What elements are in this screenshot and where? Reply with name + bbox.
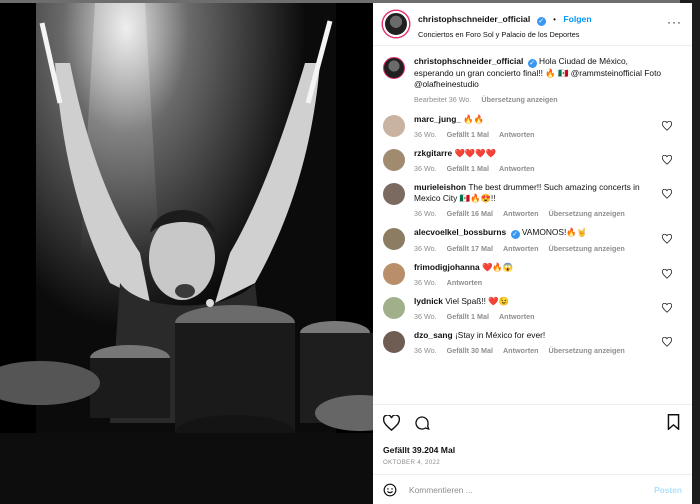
emoji-icon[interactable] [383,483,397,497]
comment-text: Viel Spaß!! ❤️😉 [445,296,510,306]
commenter-avatar[interactable] [383,263,405,285]
caption-username[interactable]: christophschneider_official [414,56,523,66]
comment-heart-icon[interactable] [662,121,672,131]
commenter-username[interactable]: marc_jung_ [414,114,461,124]
caption: christophschneider_official ✓ Hola Ciuda… [383,56,682,104]
comment-time: 36 Wo. [414,244,437,253]
comment-text: ❤️🔥😱 [481,262,514,272]
comment-likes[interactable]: Gefällt 1 Mal [447,130,489,139]
post-date: OKTOBER 4, 2022 [383,459,441,466]
comment-rows: marc_jung_ 🔥🔥 36 Wo. Gefällt 1 Mal Antwo… [383,114,682,355]
author-avatar[interactable] [383,11,409,37]
comment-text: VAMONOS!🔥🤘 [521,227,588,237]
caption-time: 36 Wo. [448,95,472,104]
commenter-username[interactable]: rzkgitarre [414,148,452,158]
comment-time: 36 Wo. [414,209,437,218]
bookmark-icon[interactable] [667,414,680,430]
commenter-avatar[interactable] [383,149,405,171]
commenter-username[interactable]: dzo_sang [414,330,453,340]
commenter-username[interactable]: alecvoelkel_bossburns [414,227,506,237]
more-options-icon[interactable]: ··· [667,15,682,29]
comment-reply-button[interactable]: Antworten [499,130,535,139]
comment-reply-button[interactable]: Antworten [499,164,535,173]
commenter-avatar[interactable] [383,183,405,205]
comment-reply-button[interactable]: Antworten [503,244,539,253]
caption-avatar[interactable] [383,57,405,79]
comment-row: lydnick Viel Spaß!! ❤️😉 36 Wo. Gefällt 1… [383,296,682,321]
comment-likes[interactable]: Gefällt 1 Mal [447,164,489,173]
comment-translate[interactable]: Übersetzung anzeigen [549,244,625,253]
comment-reply-button[interactable]: Antworten [503,209,539,218]
post-header: christophschneider_official ✓ • Folgen C… [373,3,692,46]
post-modal: christophschneider_official ✓ • Folgen C… [0,3,692,504]
post-sidebar: christophschneider_official ✓ • Folgen C… [373,3,692,504]
post-location[interactable]: Conciertos en Foro Sol y Palacio de los … [418,30,592,39]
comment-row: marc_jung_ 🔥🔥 36 Wo. Gefällt 1 Mal Antwo… [383,114,682,139]
caption-edited: Bearbeitet [414,95,447,104]
comments-list[interactable]: christophschneider_official ✓ Hola Ciuda… [373,46,692,404]
comment-row: dzo_sang ¡Stay in México for ever! 36 Wo… [383,330,682,355]
comment-likes[interactable]: Gefällt 1 Mal [447,312,489,321]
comment-heart-icon[interactable] [662,269,672,279]
comment-input[interactable]: Kommentieren ... [409,485,654,495]
post-photo[interactable] [0,3,373,504]
commenter-avatar[interactable] [383,115,405,137]
comment-time: 36 Wo. [414,130,437,139]
drummer-photo [0,3,373,504]
verified-badge-icon: ✓ [510,230,520,239]
verified-badge-icon: ✓ [527,59,537,68]
author-username[interactable]: christophschneider_official [418,14,530,24]
comment-likes[interactable]: Gefällt 30 Mal [447,346,493,355]
caption-translate[interactable]: Übersetzung anzeigen [481,95,557,104]
comment-time: 36 Wo. [414,278,437,287]
comment-translate[interactable]: Übersetzung anzeigen [549,209,625,218]
add-comment-bar: Kommentieren ... Posten [373,474,692,504]
comment-reply-button[interactable]: Antworten [503,346,539,355]
comment-time: 36 Wo. [414,346,437,355]
post-comment-button[interactable]: Posten [654,485,682,495]
like-count[interactable]: Gefällt 39.204 Mal [383,445,682,455]
commenter-avatar[interactable] [383,331,405,353]
comment-time: 36 Wo. [414,164,437,173]
comment-row: alecvoelkel_bossburns ✓ VAMONOS!🔥🤘 36 Wo… [383,227,682,253]
comment-heart-icon[interactable] [662,189,672,199]
comment-text: ¡Stay in México for ever! [454,330,546,340]
comment-reply-button[interactable]: Antworten [447,278,483,287]
comment-row: murieleishon The best drummer!! Such ama… [383,182,682,218]
comment-heart-icon[interactable] [662,234,672,244]
verified-badge-icon: ✓ [536,17,546,26]
comment-row: frimodigjohanna ❤️🔥😱 36 Wo. Antworten [383,262,682,287]
comment-likes[interactable]: Gefällt 16 Mal [447,209,493,218]
commenter-avatar[interactable] [383,297,405,319]
commenter-username[interactable]: murieleishon [414,182,466,192]
commenter-username[interactable]: frimodigjohanna [414,262,480,272]
comment-translate[interactable]: Übersetzung anzeigen [549,346,625,355]
comment-row: rzkgitarre ❤️❤️❤️❤️ 36 Wo. Gefällt 1 Mal… [383,148,682,173]
separator-dot: • [553,15,556,24]
follow-button[interactable]: Folgen [563,14,591,24]
comment-icon[interactable] [414,415,430,431]
comment-heart-icon[interactable] [662,303,672,313]
comment-time: 36 Wo. [414,312,437,321]
heart-icon[interactable] [383,415,400,431]
comment-heart-icon[interactable] [662,337,672,347]
comment-reply-button[interactable]: Antworten [499,312,535,321]
comment-text: 🔥🔥 [463,114,485,124]
commenter-username[interactable]: lydnick [414,296,443,306]
comment-likes[interactable]: Gefällt 17 Mal [447,244,493,253]
commenter-avatar[interactable] [383,228,405,250]
comment-heart-icon[interactable] [662,155,672,165]
comment-text: ❤️❤️❤️❤️ [454,148,497,158]
